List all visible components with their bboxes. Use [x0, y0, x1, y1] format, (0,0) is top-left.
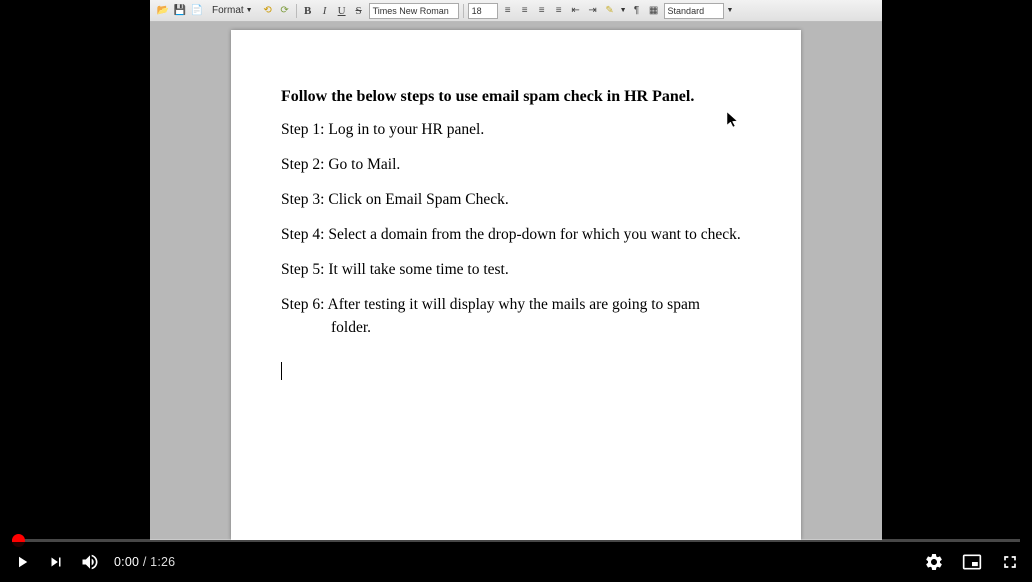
strikethrough-button[interactable]: S [352, 4, 366, 18]
undo-icon[interactable]: ⟲ [261, 4, 275, 18]
document-step: Step 6: After testing it will display wh… [281, 295, 751, 316]
player-controls: 0:00 / 1:26 [0, 542, 1032, 582]
document-step: Step 2: Go to Mail. [281, 155, 751, 176]
next-button[interactable] [46, 552, 66, 572]
format-dropdown[interactable]: Format ▼ [207, 4, 258, 17]
video-content: 📂 💾 📄 Format ▼ ⟲ ⟳ B I U S Times New Rom… [150, 0, 882, 540]
font-size-dropdown[interactable]: 18 [468, 3, 498, 19]
video-player: 📂 💾 📄 Format ▼ ⟲ ⟳ B I U S Times New Rom… [0, 0, 1032, 582]
duration: 1:26 [150, 555, 175, 569]
redo-icon[interactable]: ⟳ [278, 4, 292, 18]
dropdown-arrow-icon[interactable]: ▼ [727, 7, 734, 14]
time-display: 0:00 / 1:26 [114, 555, 175, 569]
indent-left-icon[interactable]: ⇤ [569, 4, 583, 18]
highlight-icon[interactable]: ✎ [603, 4, 617, 18]
open-icon[interactable]: 📂 [156, 4, 170, 18]
miniplayer-button[interactable] [962, 552, 982, 572]
separator [296, 4, 297, 18]
document-step: Step 5: It will take some time to test. [281, 260, 751, 281]
separator [463, 4, 464, 18]
document-step: Step 4: Select a domain from the drop-do… [281, 225, 751, 246]
toolbar: 📂 💾 📄 Format ▼ ⟲ ⟳ B I U S Times New Rom… [150, 0, 882, 22]
document-step: Step 3: Click on Email Spam Check. [281, 190, 751, 211]
editor-background: Follow the below steps to use email spam… [150, 22, 882, 540]
play-button[interactable] [12, 552, 32, 572]
align-center-icon[interactable]: ≡ [518, 4, 532, 18]
volume-button[interactable] [80, 552, 100, 572]
fullscreen-button[interactable] [1000, 552, 1020, 572]
bold-button[interactable]: B [301, 4, 315, 18]
text-cursor [281, 362, 282, 380]
align-left-icon[interactable]: ≡ [501, 4, 515, 18]
document-page[interactable]: Follow the below steps to use email spam… [231, 30, 801, 540]
settings-button[interactable] [924, 552, 944, 572]
save-icon[interactable]: 💾 [173, 4, 187, 18]
table-icon[interactable]: ▦ [647, 4, 661, 18]
nonprinting-icon[interactable]: ¶ [630, 4, 644, 18]
document-title: Follow the below steps to use email spam… [281, 88, 751, 106]
italic-button[interactable]: I [318, 4, 332, 18]
align-right-icon[interactable]: ≡ [535, 4, 549, 18]
current-time: 0:00 [114, 555, 139, 569]
align-justify-icon[interactable]: ≡ [552, 4, 566, 18]
mouse-cursor-icon [727, 112, 741, 131]
underline-button[interactable]: U [335, 4, 349, 18]
editor-window: 📂 💾 📄 Format ▼ ⟲ ⟳ B I U S Times New Rom… [150, 0, 882, 540]
dropdown-arrow-icon[interactable]: ▼ [620, 7, 627, 14]
doc-icon[interactable]: 📄 [190, 4, 204, 18]
style-dropdown[interactable]: Standard [664, 3, 724, 19]
indent-right-icon[interactable]: ⇥ [586, 4, 600, 18]
document-step: Step 1: Log in to your HR panel. [281, 120, 751, 141]
font-dropdown[interactable]: Times New Roman [369, 3, 459, 19]
format-label: Format [212, 5, 244, 16]
document-step-continuation: folder. [281, 318, 751, 339]
